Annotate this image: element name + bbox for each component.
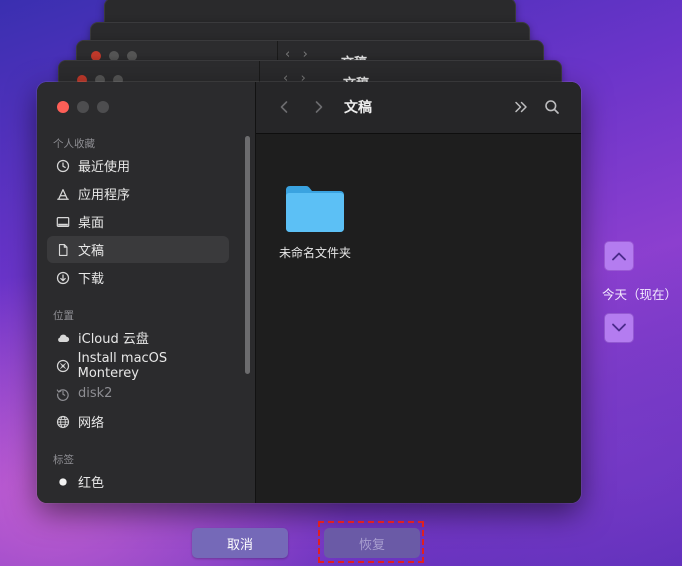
sidebar-item-desktop[interactable]: 桌面: [47, 208, 229, 235]
sidebar-item-downloads[interactable]: 下载: [47, 264, 229, 291]
chevron-up-icon: [612, 252, 626, 261]
timeline-down-button[interactable]: [605, 314, 633, 342]
sidebar-section-locations: 位置: [53, 310, 74, 322]
sidebar-section-tags: 标签: [53, 454, 74, 466]
desktop-icon: [55, 214, 71, 230]
cancel-button[interactable]: 取消: [192, 528, 288, 558]
chevron-left-icon: [280, 101, 288, 113]
sidebar-item-label: 最近使用: [78, 160, 131, 175]
forward-button[interactable]: [309, 96, 329, 118]
window-title: 文稿: [344, 100, 372, 116]
globe-icon: [55, 414, 71, 430]
timeline-label: 今天（现在）: [602, 287, 678, 302]
sidebar: 个人收藏 最近使用 应用程序 桌面 文稿 下载 位置 iCloud 云盘 Ins…: [37, 82, 256, 503]
chevron-right-icon: [315, 101, 323, 113]
time-machine-icon: [55, 386, 71, 402]
sidebar-item-label: 桌面: [78, 216, 105, 231]
sidebar-item-label: 红色: [78, 476, 105, 491]
chevron-down-icon: [612, 323, 626, 332]
folder-item[interactable]: 未命名文件夹: [270, 182, 360, 261]
folder-name: 未命名文件夹: [278, 246, 351, 260]
folder-icon: [286, 186, 344, 232]
more-toolbar-button[interactable]: [511, 97, 531, 117]
sidebar-scrollbar[interactable]: [245, 136, 250, 374]
sidebar-item-documents[interactable]: 文稿: [47, 236, 229, 263]
document-icon: [55, 242, 71, 258]
sidebar-item-install-macos[interactable]: Install macOS Monterey: [47, 350, 229, 381]
clock-icon: [55, 158, 71, 174]
sidebar-item-label: disk2: [78, 386, 113, 401]
finder-window: 个人收藏 最近使用 应用程序 桌面 文稿 下载 位置 iCloud 云盘 Ins…: [37, 82, 581, 503]
traffic-lights: [57, 101, 109, 113]
sidebar-item-label: 下载: [78, 272, 105, 287]
sidebar-item-label: 文稿: [78, 244, 105, 259]
minimize-button[interactable]: [77, 101, 89, 113]
download-icon: [55, 270, 71, 286]
search-button[interactable]: [542, 97, 562, 117]
sidebar-item-recents[interactable]: 最近使用: [47, 152, 229, 179]
toolbar: 文稿: [256, 82, 581, 134]
sidebar-item-label: 应用程序: [78, 188, 131, 203]
zoom-button[interactable]: [97, 101, 109, 113]
sidebar-item-icloud[interactable]: iCloud 云盘: [47, 324, 229, 351]
restore-highlight-box: [318, 521, 424, 563]
content-area: 文稿 未命名文件夹: [256, 82, 581, 503]
sidebar-item-network[interactable]: 网络: [47, 408, 229, 435]
sidebar-item-label: Install macOS Monterey: [77, 350, 168, 381]
sidebar-item-disk2[interactable]: disk2: [47, 380, 229, 407]
disk-icon: [55, 358, 71, 374]
timeline-up-button[interactable]: [605, 242, 633, 270]
sidebar-item-tag-red[interactable]: 红色: [47, 468, 229, 495]
applications-icon: [55, 186, 71, 202]
sidebar-item-label: 网络: [78, 416, 105, 431]
search-icon: [545, 100, 559, 114]
sidebar-section-favorites: 个人收藏: [53, 138, 95, 150]
double-chevron-right-icon: [515, 101, 527, 113]
close-button[interactable]: [57, 101, 69, 113]
cloud-icon: [55, 330, 71, 346]
tag-dot-icon: [55, 474, 71, 490]
sidebar-item-applications[interactable]: 应用程序: [47, 180, 229, 207]
back-button[interactable]: [274, 96, 294, 118]
sidebar-item-label: iCloud 云盘: [78, 332, 149, 347]
